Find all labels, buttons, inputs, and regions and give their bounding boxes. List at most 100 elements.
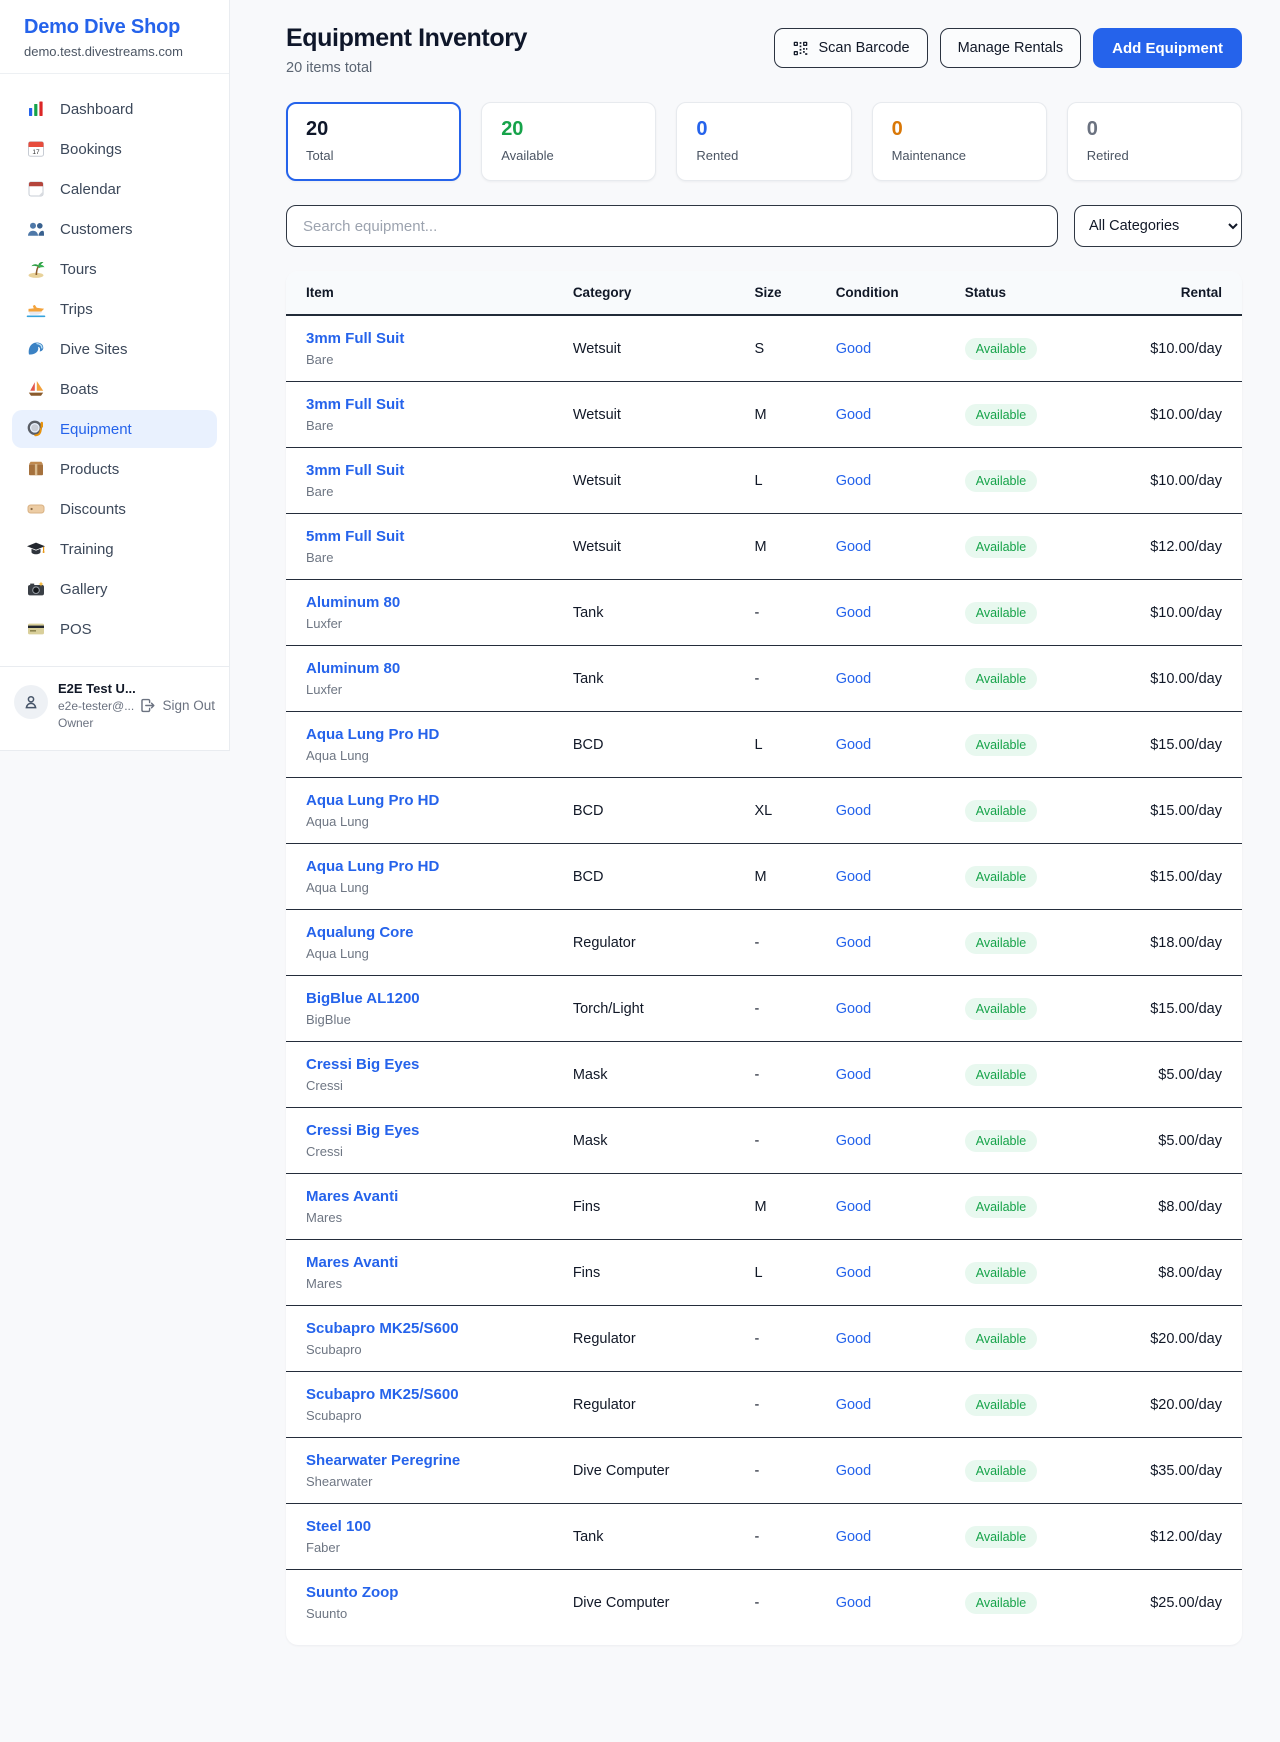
- item-name-link[interactable]: Mares Avanti: [306, 1254, 573, 1271]
- condition-link[interactable]: Good: [836, 407, 871, 423]
- scan-barcode-button[interactable]: Scan Barcode: [774, 28, 927, 68]
- condition-link[interactable]: Good: [836, 1397, 871, 1413]
- item-rental: $8.00/day: [1113, 1240, 1242, 1306]
- sidebar-item-pos[interactable]: POS: [12, 610, 217, 648]
- item-category: Regulator: [573, 1372, 755, 1438]
- item-brand: Aqua Lung: [306, 748, 573, 763]
- page-title: Equipment Inventory: [286, 24, 527, 53]
- sidebar-item-calendar[interactable]: Calendar: [12, 170, 217, 208]
- item-name-link[interactable]: BigBlue AL1200: [306, 990, 573, 1007]
- condition-link[interactable]: Good: [836, 1529, 871, 1545]
- search-input[interactable]: [286, 205, 1058, 247]
- manage-rentals-button[interactable]: Manage Rentals: [940, 28, 1082, 68]
- item-name-link[interactable]: Aqua Lung Pro HD: [306, 792, 573, 809]
- sidebar-item-equipment[interactable]: Equipment: [12, 410, 217, 448]
- stat-card-retired[interactable]: 0 Retired: [1067, 102, 1242, 181]
- condition-link[interactable]: Good: [836, 1199, 871, 1215]
- item-rental: $8.00/day: [1113, 1174, 1242, 1240]
- sign-out-label: Sign Out: [162, 698, 215, 713]
- sidebar-item-bookings[interactable]: 17 Bookings: [12, 130, 217, 168]
- item-rental: $12.00/day: [1113, 514, 1242, 580]
- sidebar-item-tours[interactable]: Tours: [12, 250, 217, 288]
- item-name-link[interactable]: Aluminum 80: [306, 660, 573, 677]
- item-category: Wetsuit: [573, 315, 755, 382]
- sidebar-item-trips[interactable]: Trips: [12, 290, 217, 328]
- condition-link[interactable]: Good: [836, 341, 871, 357]
- condition-link[interactable]: Good: [836, 935, 871, 951]
- sidebar-item-boats[interactable]: Boats: [12, 370, 217, 408]
- status-badge: Available: [965, 734, 1038, 756]
- item-name-link[interactable]: 3mm Full Suit: [306, 462, 573, 479]
- item-name-link[interactable]: Mares Avanti: [306, 1188, 573, 1205]
- stat-card-total[interactable]: 20 Total: [286, 102, 461, 181]
- item-name-link[interactable]: Aqua Lung Pro HD: [306, 726, 573, 743]
- table-row: 5mm Full Suit Bare Wetsuit M Good Availa…: [286, 514, 1242, 580]
- table-row: Steel 100 Faber Tank - Good Available $1…: [286, 1504, 1242, 1570]
- item-name-link[interactable]: Cressi Big Eyes: [306, 1122, 573, 1139]
- item-name-link[interactable]: Cressi Big Eyes: [306, 1056, 573, 1073]
- sidebar-item-discounts[interactable]: Discounts: [12, 490, 217, 528]
- table-row: Cressi Big Eyes Cressi Mask - Good Avail…: [286, 1108, 1242, 1174]
- condition-link[interactable]: Good: [836, 1595, 871, 1611]
- item-name-link[interactable]: 3mm Full Suit: [306, 330, 573, 347]
- item-name-link[interactable]: Aluminum 80: [306, 594, 573, 611]
- stat-card-rented[interactable]: 0 Rented: [676, 102, 851, 181]
- table-row: Cressi Big Eyes Cressi Mask - Good Avail…: [286, 1042, 1242, 1108]
- condition-link[interactable]: Good: [836, 869, 871, 885]
- condition-link[interactable]: Good: [836, 737, 871, 753]
- item-size: M: [754, 1174, 835, 1240]
- item-name-link[interactable]: Aqua Lung Pro HD: [306, 858, 573, 875]
- discounts-icon: [26, 499, 46, 519]
- condition-link[interactable]: Good: [836, 539, 871, 555]
- category-filter[interactable]: All Categories: [1074, 205, 1242, 247]
- sidebar-item-training[interactable]: Training: [12, 530, 217, 568]
- item-brand: Bare: [306, 550, 573, 565]
- sidebar-item-dive-sites[interactable]: Dive Sites: [12, 330, 217, 368]
- condition-link[interactable]: Good: [836, 1463, 871, 1479]
- item-size: M: [754, 382, 835, 448]
- stat-value: 20: [501, 118, 636, 141]
- condition-link[interactable]: Good: [836, 671, 871, 687]
- sidebar-item-products[interactable]: Products: [12, 450, 217, 488]
- item-brand: Shearwater: [306, 1474, 573, 1489]
- item-name-link[interactable]: Scubapro MK25/S600: [306, 1320, 573, 1337]
- sidebar-item-gallery[interactable]: Gallery: [12, 570, 217, 608]
- main-content: Equipment Inventory 20 items total Scan …: [230, 0, 1280, 1685]
- item-name-link[interactable]: Shearwater Peregrine: [306, 1452, 573, 1469]
- condition-link[interactable]: Good: [836, 1265, 871, 1281]
- item-category: Torch/Light: [573, 976, 755, 1042]
- add-equipment-button[interactable]: Add Equipment: [1093, 28, 1242, 68]
- item-name-link[interactable]: Scubapro MK25/S600: [306, 1386, 573, 1403]
- condition-link[interactable]: Good: [836, 1331, 871, 1347]
- stat-card-maintenance[interactable]: 0 Maintenance: [872, 102, 1047, 181]
- item-size: -: [754, 1372, 835, 1438]
- item-name-link[interactable]: Aqualung Core: [306, 924, 573, 941]
- column-condition: Condition: [836, 271, 965, 315]
- sidebar-item-dashboard[interactable]: Dashboard: [12, 90, 217, 128]
- item-name-link[interactable]: 3mm Full Suit: [306, 396, 573, 413]
- condition-link[interactable]: Good: [836, 1133, 871, 1149]
- user-email: e2e-tester@...: [58, 699, 129, 713]
- item-brand: Mares: [306, 1276, 573, 1291]
- item-name-link[interactable]: 5mm Full Suit: [306, 528, 573, 545]
- stat-card-available[interactable]: 20 Available: [481, 102, 656, 181]
- condition-link[interactable]: Good: [836, 473, 871, 489]
- item-name-link[interactable]: Steel 100: [306, 1518, 573, 1535]
- stat-label: Maintenance: [892, 148, 1027, 163]
- condition-link[interactable]: Good: [836, 1001, 871, 1017]
- dashboard-icon: [26, 99, 46, 119]
- tours-icon: [26, 259, 46, 279]
- sidebar-item-label: Calendar: [60, 181, 121, 198]
- table-row: Aqualung Core Aqua Lung Regulator - Good…: [286, 910, 1242, 976]
- svg-text:17: 17: [32, 149, 40, 156]
- item-name-link[interactable]: Suunto Zoop: [306, 1584, 573, 1601]
- item-rental: $20.00/day: [1113, 1306, 1242, 1372]
- sign-out-button[interactable]: Sign Out: [139, 697, 215, 714]
- sidebar-item-customers[interactable]: Customers: [12, 210, 217, 248]
- stat-value: 0: [892, 118, 1027, 141]
- condition-link[interactable]: Good: [836, 803, 871, 819]
- condition-link[interactable]: Good: [836, 1067, 871, 1083]
- condition-link[interactable]: Good: [836, 605, 871, 621]
- item-rental: $10.00/day: [1113, 580, 1242, 646]
- table-row: 3mm Full Suit Bare Wetsuit S Good Availa…: [286, 315, 1242, 382]
